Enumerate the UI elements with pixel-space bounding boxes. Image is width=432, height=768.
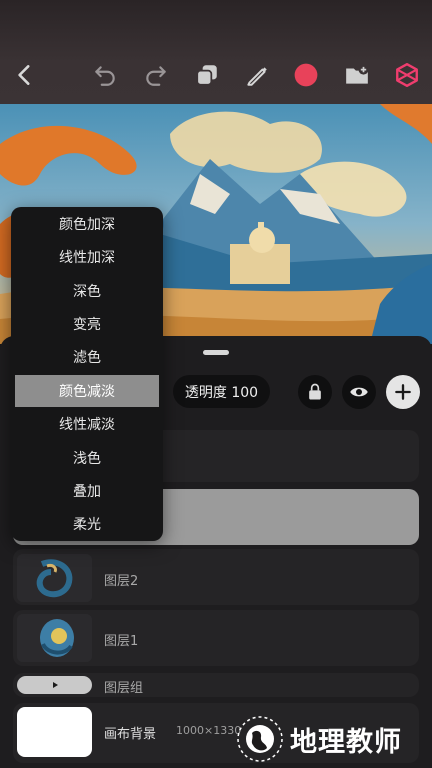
watermark-text: 地理教师	[290, 726, 402, 758]
add-layer-button[interactable]	[386, 375, 420, 409]
blend-item-darker-color[interactable]: 深色	[15, 275, 159, 307]
folder-add-icon[interactable]	[340, 58, 374, 92]
lock-button[interactable]	[298, 375, 332, 409]
brush-icon[interactable]	[240, 58, 274, 92]
canvas-background-name: 画布背景	[104, 727, 157, 742]
copy-layers-icon[interactable]	[190, 58, 224, 92]
blend-item-lighter-color[interactable]: 浅色	[15, 442, 159, 474]
blend-item-lighten[interactable]: 变亮	[15, 308, 159, 340]
top-toolbar	[0, 0, 432, 104]
blend-item-color-dodge[interactable]: 颜色减淡	[15, 375, 159, 407]
blend-item-screen[interactable]: 滤色	[15, 341, 159, 373]
plus-icon	[395, 384, 411, 400]
globe-logo-icon	[237, 716, 283, 762]
lock-icon	[309, 383, 321, 400]
play-triangle-icon	[52, 682, 58, 688]
blend-item-linear-dodge[interactable]: 线性减淡	[15, 408, 159, 440]
layer-1-thumbnail	[17, 614, 92, 662]
canvas-background-thumbnail	[17, 707, 92, 757]
layer-2-name: 图层2	[104, 574, 139, 589]
blend-item-linear-burn[interactable]: 线性加深	[15, 241, 159, 273]
blend-item-color-burn[interactable]: 颜色加深	[15, 208, 159, 240]
blend-item-soft-light[interactable]: 柔光	[15, 508, 159, 540]
layer-1-name: 图层1	[104, 634, 139, 649]
opacity-control[interactable]: 透明度 100	[173, 375, 270, 408]
transform-icon[interactable]	[390, 58, 424, 92]
canvas-size: 1000×1330	[176, 724, 242, 737]
watermark: 地理教师	[236, 714, 402, 764]
color-swatch[interactable]	[289, 58, 323, 92]
blend-item-overlay[interactable]: 叠加	[15, 475, 159, 507]
layer-group-name: 图层组	[104, 681, 144, 696]
panel-drag-handle[interactable]	[203, 350, 229, 355]
visibility-button[interactable]	[342, 375, 376, 409]
back-icon[interactable]	[8, 58, 42, 92]
blend-mode-menu: 颜色加深 线性加深 深色 变亮 滤色 颜色减淡 线性减淡 浅色 叠加 柔光	[11, 207, 163, 541]
layer-2-thumbnail	[17, 554, 92, 602]
undo-icon[interactable]	[88, 58, 122, 92]
eye-icon	[350, 387, 368, 397]
redo-icon[interactable]	[139, 58, 173, 92]
group-expand-toggle[interactable]	[17, 676, 92, 694]
opacity-label: 透明度 100	[184, 384, 259, 401]
